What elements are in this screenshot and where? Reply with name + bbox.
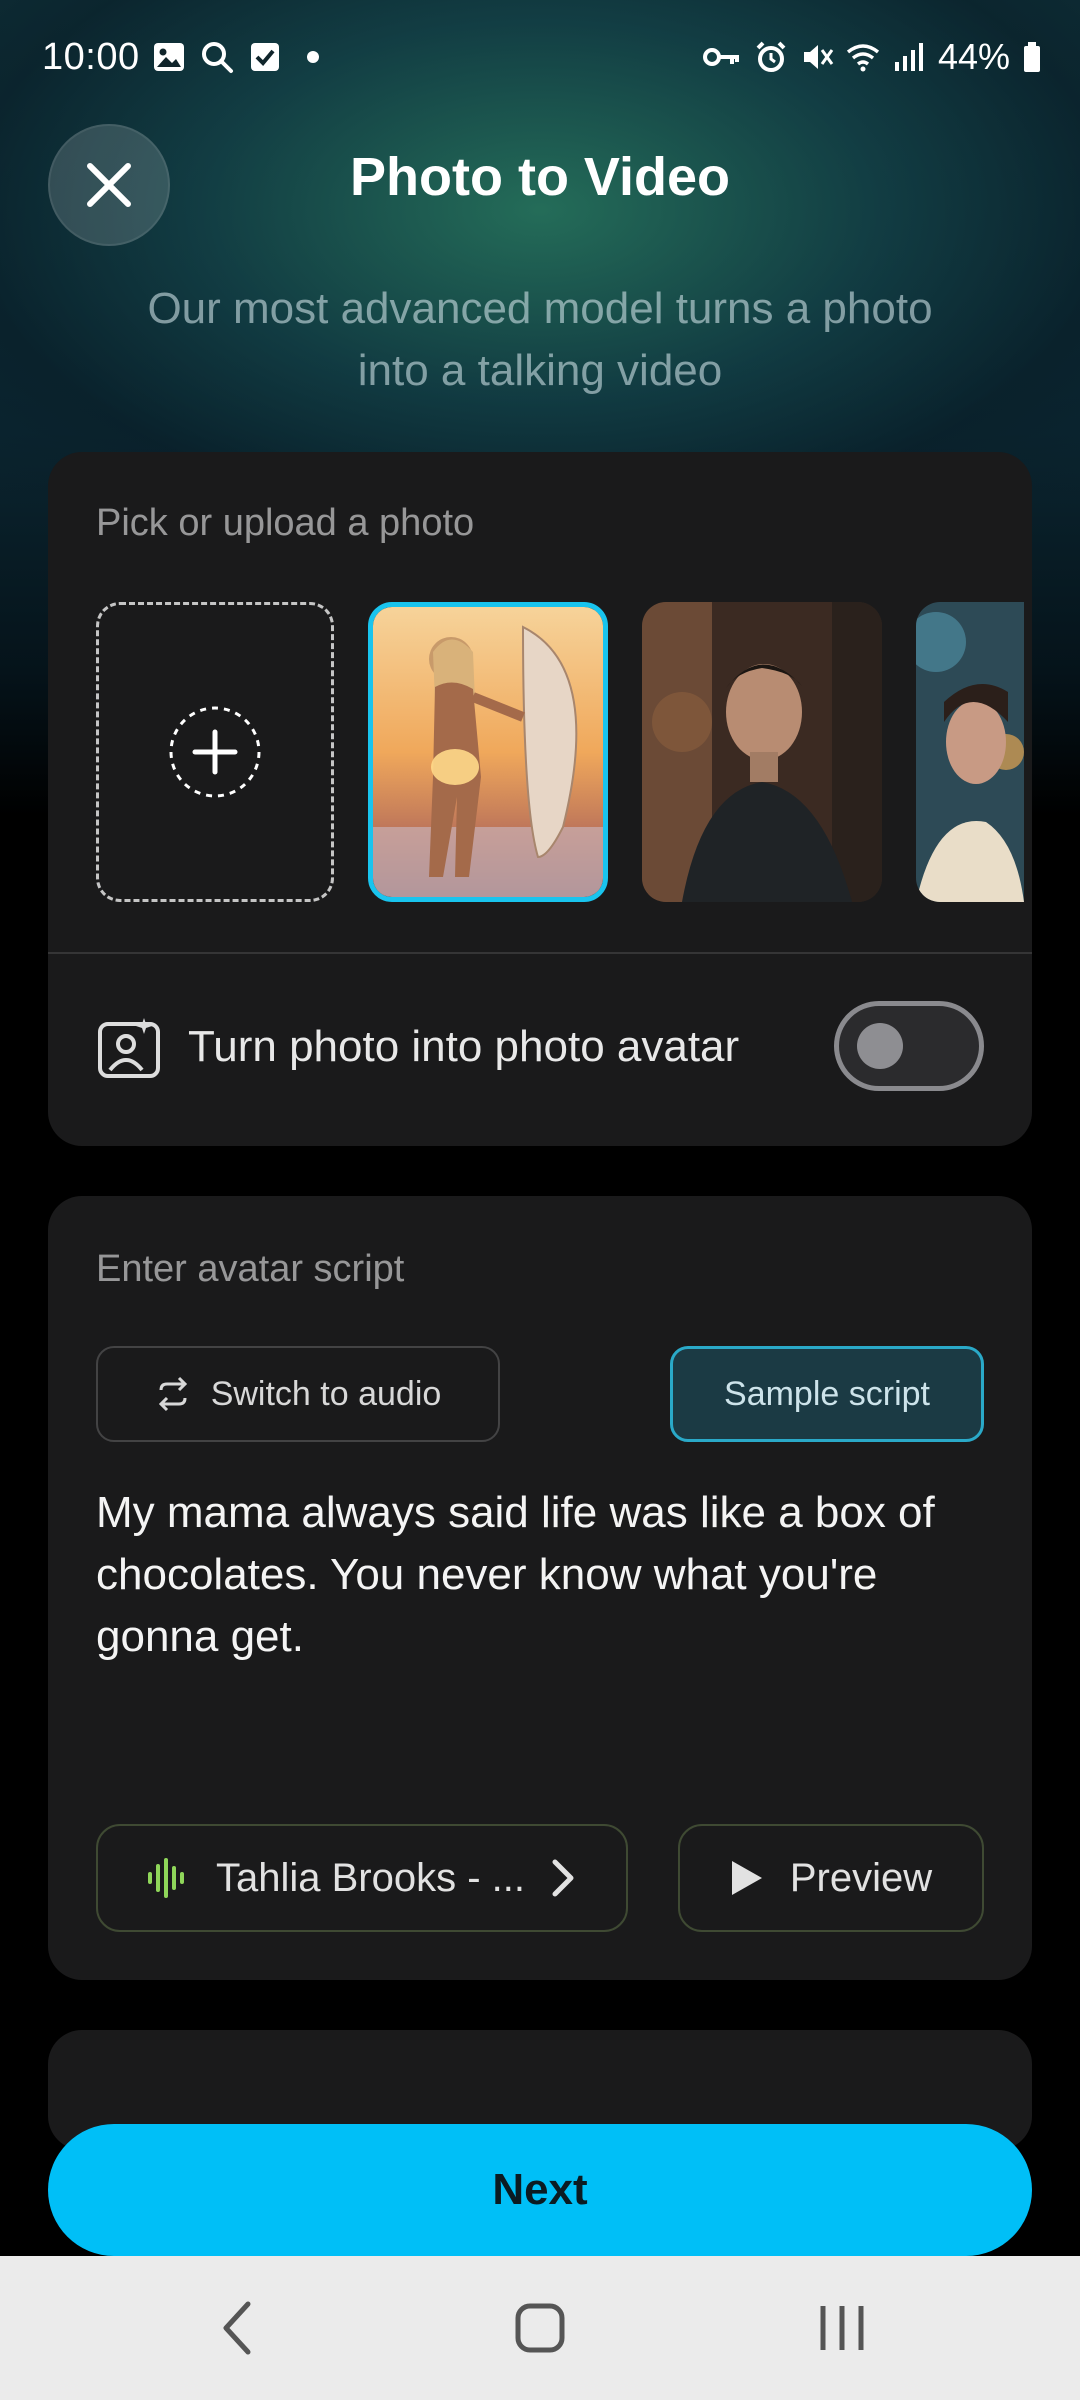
- status-time: 10:00: [42, 36, 140, 78]
- wifi-icon: [846, 44, 880, 72]
- photo-avatar-icon: [98, 1018, 160, 1078]
- signal-icon: [894, 43, 923, 71]
- script-card: Enter avatar script Switch to audio Samp…: [48, 1196, 1032, 1980]
- add-photo-icon: [169, 706, 261, 798]
- mute-icon: [803, 45, 834, 69]
- status-left-icons: [152, 40, 330, 74]
- alarm-icon: [756, 41, 786, 72]
- home-icon: [515, 2303, 565, 2353]
- toggle-knob: [857, 1023, 903, 1069]
- voice-select-button[interactable]: Tahlia Brooks - ...: [96, 1824, 628, 1932]
- vpn-key-icon: [702, 48, 739, 66]
- photo-woman-surfboard: [373, 607, 603, 897]
- battery-icon: [1024, 42, 1040, 72]
- sample-script-label: Sample script: [724, 1374, 930, 1413]
- voice-wave-icon: [148, 1858, 184, 1898]
- system-nav-bar: [0, 2256, 1080, 2400]
- nav-back-button[interactable]: [206, 2296, 270, 2360]
- photo-thumb-surfer[interactable]: [368, 602, 608, 902]
- photo-picker-card: Pick or upload a photo Turn photo into p…: [48, 452, 1032, 1146]
- sample-script-button[interactable]: Sample script: [670, 1346, 984, 1442]
- photo-woman-partial: [916, 602, 1024, 902]
- dot-icon: [307, 51, 319, 63]
- nav-home-button[interactable]: [508, 2296, 572, 2360]
- photo-avatar-label: Turn photo into photo avatar: [188, 1022, 740, 1071]
- screen: 10:00 44% Photo to Video Our most advanc…: [0, 0, 1080, 2400]
- chevron-right-icon: [552, 1859, 574, 1897]
- battery-percent: 44%: [937, 36, 1010, 77]
- play-icon: [731, 1861, 762, 1895]
- switch-to-audio-button[interactable]: Switch to audio: [96, 1346, 500, 1442]
- script-section-label: Enter avatar script: [96, 1248, 405, 1290]
- photo-carousel[interactable]: [96, 602, 1024, 906]
- switch-icon: [158, 1376, 187, 1412]
- switch-to-audio-label: Switch to audio: [210, 1374, 442, 1413]
- status-right: 44%: [702, 36, 1042, 78]
- preview-label: Preview: [789, 1855, 933, 1900]
- search-icon: [202, 42, 233, 73]
- upload-photo-button[interactable]: [96, 602, 334, 902]
- script-textarea[interactable]: My mama always said life was like a box …: [96, 1482, 984, 1668]
- back-icon: [223, 2301, 251, 2355]
- status-bar: 10:00 44%: [0, 0, 1080, 120]
- photo-thumb-woman[interactable]: [916, 602, 1024, 902]
- next-button[interactable]: Next: [48, 2124, 1032, 2256]
- photo-avatar-row: Turn photo into photo avatar: [96, 997, 984, 1097]
- photo-thumb-man[interactable]: [642, 602, 882, 902]
- page-subtitle: Our most advanced model turns a photo in…: [147, 284, 933, 395]
- gallery-icon: [154, 43, 184, 71]
- photo-man-rain-jacket: [642, 602, 882, 902]
- photo-avatar-toggle[interactable]: [834, 1001, 984, 1091]
- checkbox-icon: [251, 43, 279, 71]
- card-divider: [48, 952, 1032, 954]
- voice-name-label: Tahlia Brooks - ...: [216, 1855, 526, 1900]
- recents-icon: [820, 2306, 864, 2350]
- page-title: Photo to Video: [350, 147, 730, 207]
- preview-button[interactable]: Preview: [678, 1824, 984, 1932]
- nav-recents-button[interactable]: [810, 2296, 874, 2360]
- next-label: Next: [492, 2165, 588, 2214]
- photo-section-label: Pick or upload a photo: [96, 502, 475, 544]
